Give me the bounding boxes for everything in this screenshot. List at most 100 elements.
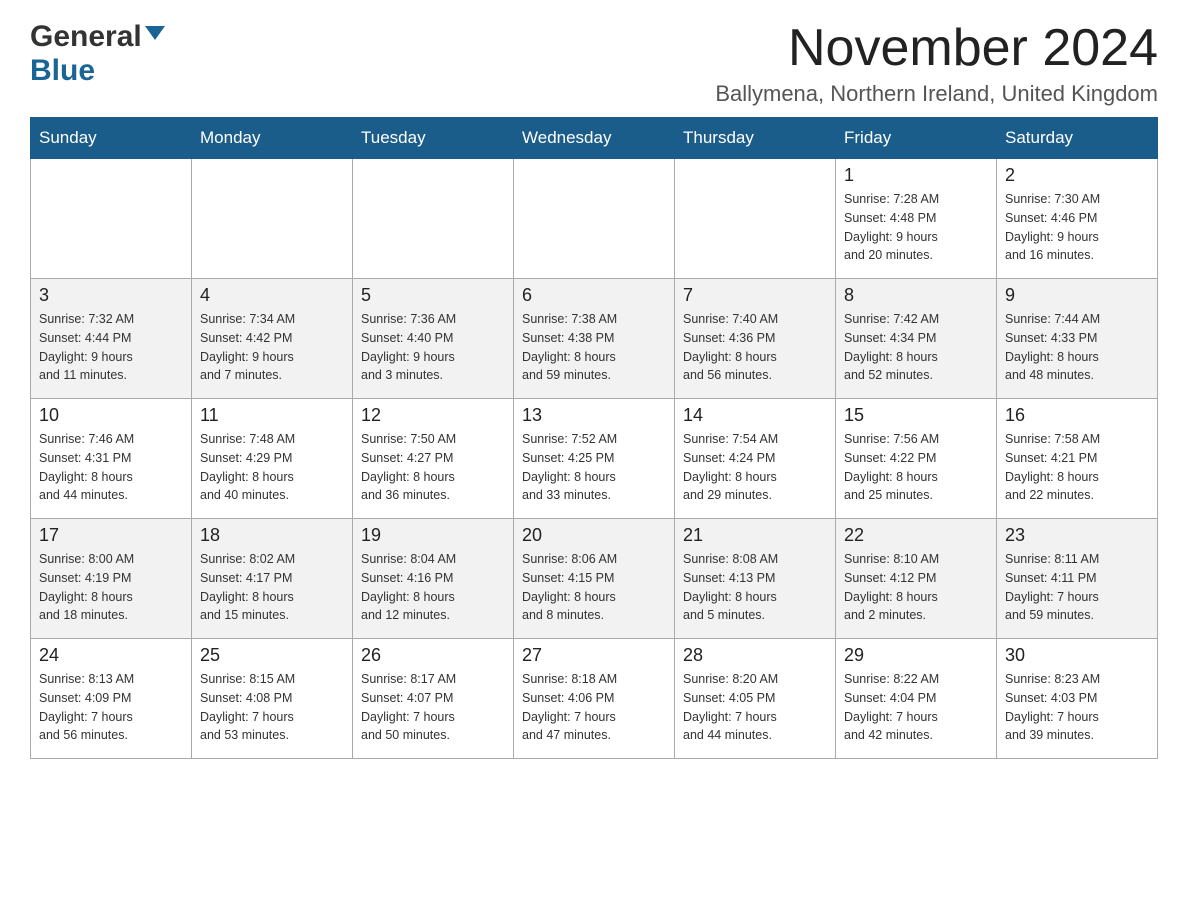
calendar-day-cell: 17 Sunrise: 8:00 AM Sunset: 4:19 PM Dayli…: [31, 519, 192, 639]
day-info: Sunrise: 7:34 AM Sunset: 4:42 PM Dayligh…: [200, 310, 344, 385]
day-info: Sunrise: 8:11 AM Sunset: 4:11 PM Dayligh…: [1005, 550, 1149, 625]
calendar-week-row: 1 Sunrise: 7:28 AM Sunset: 4:48 PM Daylig…: [31, 159, 1158, 279]
day-number: 28: [683, 645, 827, 666]
day-number: 7: [683, 285, 827, 306]
calendar-day-cell: [514, 159, 675, 279]
calendar-day-cell: 13Sunrise: 7:52 AM Sunset: 4:25 PM Dayli…: [514, 399, 675, 519]
calendar-week-row: 17 Sunrise: 8:00 AM Sunset: 4:19 PM Dayli…: [31, 519, 1158, 639]
calendar-day-cell: 18 Sunrise: 8:02 AM Sunset: 4:17 PM Dayli…: [192, 519, 353, 639]
calendar-day-cell: 8 Sunrise: 7:42 AM Sunset: 4:34 PM Daylig…: [836, 279, 997, 399]
day-number: 2: [1005, 165, 1149, 186]
logo-arrow-icon: [145, 22, 165, 47]
day-number: 22: [844, 525, 988, 546]
calendar-day-cell: 23Sunrise: 8:11 AM Sunset: 4:11 PM Dayli…: [997, 519, 1158, 639]
day-info: Sunrise: 8:20 AM Sunset: 4:05 PM Dayligh…: [683, 670, 827, 745]
day-info: Sunrise: 8:22 AM Sunset: 4:04 PM Dayligh…: [844, 670, 988, 745]
calendar-day-cell: 7 Sunrise: 7:40 AM Sunset: 4:36 PM Daylig…: [675, 279, 836, 399]
day-number: 21: [683, 525, 827, 546]
day-number: 20: [522, 525, 666, 546]
day-info: Sunrise: 7:54 AM Sunset: 4:24 PM Dayligh…: [683, 430, 827, 505]
day-number: 9: [1005, 285, 1149, 306]
day-number: 10: [39, 405, 183, 426]
day-number: 27: [522, 645, 666, 666]
calendar-day-cell: [675, 159, 836, 279]
calendar-day-cell: [31, 159, 192, 279]
day-info: Sunrise: 7:42 AM Sunset: 4:34 PM Dayligh…: [844, 310, 988, 385]
calendar-day-cell: 10 Sunrise: 7:46 AM Sunset: 4:31 PM Dayli…: [31, 399, 192, 519]
calendar-day-cell: 20 Sunrise: 8:06 AM Sunset: 4:15 PM Dayli…: [514, 519, 675, 639]
calendar-day-cell: 12 Sunrise: 7:50 AM Sunset: 4:27 PM Dayli…: [353, 399, 514, 519]
day-info: Sunrise: 8:10 AM Sunset: 4:12 PM Dayligh…: [844, 550, 988, 625]
calendar-day-cell: 15Sunrise: 7:56 AM Sunset: 4:22 PM Dayli…: [836, 399, 997, 519]
title-section: November 2024 Ballymena, Northern Irelan…: [715, 20, 1158, 107]
day-info: Sunrise: 8:18 AM Sunset: 4:06 PM Dayligh…: [522, 670, 666, 745]
day-number: 25: [200, 645, 344, 666]
calendar-day-cell: 24 Sunrise: 8:13 AM Sunset: 4:09 PM Dayli…: [31, 639, 192, 759]
col-saturday: Saturday: [997, 118, 1158, 159]
day-info: Sunrise: 8:13 AM Sunset: 4:09 PM Dayligh…: [39, 670, 183, 745]
calendar-day-cell: 14Sunrise: 7:54 AM Sunset: 4:24 PM Dayli…: [675, 399, 836, 519]
calendar-day-cell: 6 Sunrise: 7:38 AM Sunset: 4:38 PM Daylig…: [514, 279, 675, 399]
day-number: 15: [844, 405, 988, 426]
calendar-day-cell: 2Sunrise: 7:30 AM Sunset: 4:46 PM Daylig…: [997, 159, 1158, 279]
day-number: 16: [1005, 405, 1149, 426]
calendar-day-cell: 9 Sunrise: 7:44 AM Sunset: 4:33 PM Daylig…: [997, 279, 1158, 399]
col-friday: Friday: [836, 118, 997, 159]
calendar-day-cell: 4Sunrise: 7:34 AM Sunset: 4:42 PM Daylig…: [192, 279, 353, 399]
day-info: Sunrise: 8:08 AM Sunset: 4:13 PM Dayligh…: [683, 550, 827, 625]
day-info: Sunrise: 7:50 AM Sunset: 4:27 PM Dayligh…: [361, 430, 505, 505]
day-number: 8: [844, 285, 988, 306]
calendar-day-cell: 5 Sunrise: 7:36 AM Sunset: 4:40 PM Daylig…: [353, 279, 514, 399]
calendar-day-cell: 16 Sunrise: 7:58 AM Sunset: 4:21 PM Dayli…: [997, 399, 1158, 519]
day-number: 30: [1005, 645, 1149, 666]
logo-blue-text: Blue: [30, 54, 95, 87]
calendar-day-cell: 21 Sunrise: 8:08 AM Sunset: 4:13 PM Dayli…: [675, 519, 836, 639]
day-number: 3: [39, 285, 183, 306]
day-info: Sunrise: 7:32 AM Sunset: 4:44 PM Dayligh…: [39, 310, 183, 385]
day-info: Sunrise: 8:06 AM Sunset: 4:15 PM Dayligh…: [522, 550, 666, 625]
day-number: 19: [361, 525, 505, 546]
calendar-header-row: Sunday Monday Tuesday Wednesday Thursday…: [31, 118, 1158, 159]
logo: General Blue: [30, 20, 165, 88]
calendar-day-cell: 22 Sunrise: 8:10 AM Sunset: 4:12 PM Dayli…: [836, 519, 997, 639]
day-number: 13: [522, 405, 666, 426]
calendar-day-cell: 30 Sunrise: 8:23 AM Sunset: 4:03 PM Dayli…: [997, 639, 1158, 759]
day-info: Sunrise: 7:28 AM Sunset: 4:48 PM Dayligh…: [844, 190, 988, 265]
day-number: 29: [844, 645, 988, 666]
day-info: Sunrise: 7:38 AM Sunset: 4:38 PM Dayligh…: [522, 310, 666, 385]
calendar-day-cell: 26Sunrise: 8:17 AM Sunset: 4:07 PM Dayli…: [353, 639, 514, 759]
calendar-table: Sunday Monday Tuesday Wednesday Thursday…: [30, 117, 1158, 759]
day-info: Sunrise: 8:00 AM Sunset: 4:19 PM Dayligh…: [39, 550, 183, 625]
month-title: November 2024: [715, 20, 1158, 77]
day-number: 26: [361, 645, 505, 666]
day-info: Sunrise: 7:58 AM Sunset: 4:21 PM Dayligh…: [1005, 430, 1149, 505]
calendar-day-cell: 25Sunrise: 8:15 AM Sunset: 4:08 PM Dayli…: [192, 639, 353, 759]
calendar-week-row: 10 Sunrise: 7:46 AM Sunset: 4:31 PM Dayli…: [31, 399, 1158, 519]
col-wednesday: Wednesday: [514, 118, 675, 159]
day-info: Sunrise: 7:46 AM Sunset: 4:31 PM Dayligh…: [39, 430, 183, 505]
calendar-day-cell: 19 Sunrise: 8:04 AM Sunset: 4:16 PM Dayli…: [353, 519, 514, 639]
day-info: Sunrise: 8:04 AM Sunset: 4:16 PM Dayligh…: [361, 550, 505, 625]
calendar-week-row: 24 Sunrise: 8:13 AM Sunset: 4:09 PM Dayli…: [31, 639, 1158, 759]
calendar-day-cell: 27 Sunrise: 8:18 AM Sunset: 4:06 PM Dayli…: [514, 639, 675, 759]
day-number: 6: [522, 285, 666, 306]
day-number: 12: [361, 405, 505, 426]
col-monday: Monday: [192, 118, 353, 159]
calendar-day-cell: [353, 159, 514, 279]
col-thursday: Thursday: [675, 118, 836, 159]
day-info: Sunrise: 7:40 AM Sunset: 4:36 PM Dayligh…: [683, 310, 827, 385]
day-info: Sunrise: 8:23 AM Sunset: 4:03 PM Dayligh…: [1005, 670, 1149, 745]
day-number: 5: [361, 285, 505, 306]
day-number: 17: [39, 525, 183, 546]
day-number: 1: [844, 165, 988, 186]
day-info: Sunrise: 8:02 AM Sunset: 4:17 PM Dayligh…: [200, 550, 344, 625]
calendar-day-cell: 1 Sunrise: 7:28 AM Sunset: 4:48 PM Daylig…: [836, 159, 997, 279]
day-number: 24: [39, 645, 183, 666]
location-subtitle: Ballymena, Northern Ireland, United King…: [715, 81, 1158, 107]
day-number: 18: [200, 525, 344, 546]
day-info: Sunrise: 7:44 AM Sunset: 4:33 PM Dayligh…: [1005, 310, 1149, 385]
day-info: Sunrise: 7:36 AM Sunset: 4:40 PM Dayligh…: [361, 310, 505, 385]
logo-general-text: General: [30, 20, 142, 54]
day-info: Sunrise: 7:48 AM Sunset: 4:29 PM Dayligh…: [200, 430, 344, 505]
calendar-day-cell: 28 Sunrise: 8:20 AM Sunset: 4:05 PM Dayli…: [675, 639, 836, 759]
